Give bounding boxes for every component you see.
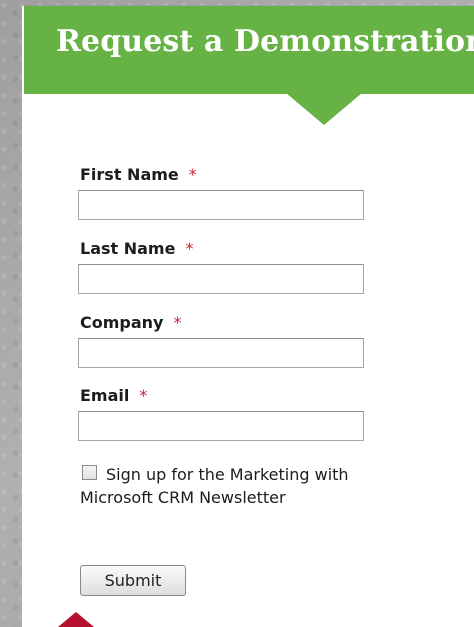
email-label-text: Email bbox=[80, 386, 130, 405]
company-label-text: Company bbox=[80, 313, 164, 332]
company-input[interactable] bbox=[78, 338, 364, 368]
company-required-icon: * bbox=[173, 313, 182, 332]
first-name-label-text: First Name bbox=[80, 165, 179, 184]
form-title: Request a Demonstration bbox=[56, 24, 474, 59]
email-required-icon: * bbox=[139, 386, 148, 405]
email-label: Email * bbox=[80, 386, 147, 405]
header-pointer-icon bbox=[286, 93, 362, 125]
first-name-input[interactable] bbox=[78, 190, 364, 220]
first-name-required-icon: * bbox=[188, 165, 197, 184]
submit-button[interactable]: Submit bbox=[80, 565, 186, 596]
company-label: Company * bbox=[80, 313, 181, 332]
last-name-label: Last Name * bbox=[80, 239, 193, 258]
email-input[interactable] bbox=[78, 411, 364, 441]
last-name-required-icon: * bbox=[185, 239, 194, 258]
pointer-arrow-icon bbox=[58, 612, 94, 627]
first-name-label: First Name * bbox=[80, 165, 197, 184]
last-name-label-text: Last Name bbox=[80, 239, 176, 258]
last-name-input[interactable] bbox=[78, 264, 364, 294]
form-header: Request a Demonstration bbox=[24, 6, 474, 94]
newsletter-label[interactable]: Sign up for the Marketing with Microsoft… bbox=[80, 463, 390, 509]
